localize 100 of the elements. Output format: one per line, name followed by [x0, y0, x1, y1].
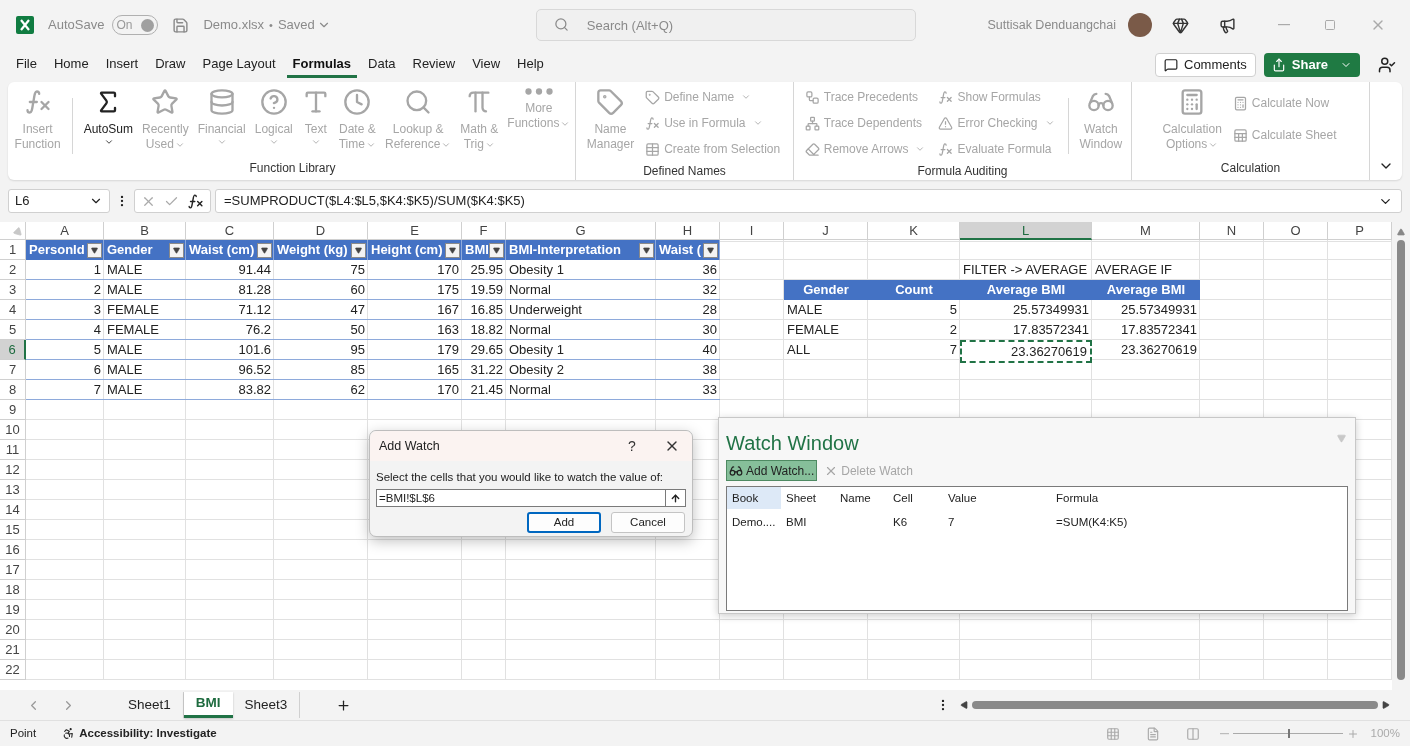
- filter-button[interactable]: [351, 242, 366, 258]
- row-header[interactable]: 19: [0, 600, 26, 620]
- row-header[interactable]: 15: [0, 520, 26, 540]
- cancel-button[interactable]: Cancel: [611, 512, 685, 534]
- row-header[interactable]: 2: [0, 260, 26, 280]
- table-header-cell: Average BMI: [960, 280, 1092, 300]
- search-field[interactable]: Search (Alt+Q): [535, 9, 916, 41]
- row-header[interactable]: 10: [0, 420, 26, 440]
- filter-button[interactable]: [87, 242, 102, 258]
- sheet-tab[interactable]: Sheet3: [232, 692, 301, 718]
- row-header[interactable]: 13: [0, 480, 26, 500]
- table-cell: 95: [274, 340, 368, 360]
- column-header[interactable]: G: [506, 222, 656, 240]
- share-button[interactable]: Share: [1263, 53, 1360, 77]
- row-header[interactable]: 1: [0, 240, 26, 260]
- column-header[interactable]: E: [368, 222, 462, 240]
- help-button[interactable]: ?: [612, 435, 652, 457]
- column-header[interactable]: K: [868, 222, 960, 240]
- column-header[interactable]: L: [960, 222, 1092, 240]
- column-header[interactable]: A: [26, 222, 104, 240]
- share-icon: [1271, 58, 1286, 72]
- ribbon-button[interactable]: AutoSum: [80, 84, 136, 147]
- toolbar-button[interactable]: Add Watch...: [726, 460, 818, 481]
- row-header[interactable]: 3: [0, 280, 26, 300]
- collapse-button[interactable]: [666, 489, 686, 508]
- column-header[interactable]: I: [720, 222, 784, 240]
- filter-button[interactable]: [639, 242, 654, 258]
- row-header[interactable]: 12: [0, 460, 26, 480]
- row-header[interactable]: 21: [0, 640, 26, 660]
- column-header[interactable]: M: [1092, 222, 1200, 240]
- filter-button[interactable]: [703, 242, 718, 258]
- filter-button[interactable]: [445, 242, 460, 258]
- formula-field[interactable]: =SUMPRODUCT($L4:$L5,$K4:$K5)/SUM($K4:$K5): [215, 189, 1402, 213]
- sheet-tab[interactable]: BMI: [183, 692, 233, 718]
- list-column-header[interactable]: Formula: [1051, 487, 1347, 509]
- name-box[interactable]: L6: [8, 189, 110, 213]
- ribbon-tab[interactable]: Formulas: [286, 52, 358, 78]
- row-header[interactable]: 14: [0, 500, 26, 520]
- filter-button[interactable]: [169, 242, 184, 258]
- zoom-slider[interactable]: [1232, 727, 1343, 740]
- save-icon: [172, 16, 190, 34]
- row-header[interactable]: 18: [0, 580, 26, 600]
- ribbon-tab[interactable]: Help: [511, 52, 550, 78]
- comments-button[interactable]: Comments: [1155, 53, 1256, 77]
- column-header[interactable]: N: [1200, 222, 1264, 240]
- sheet-tab[interactable]: Sheet1: [116, 692, 184, 718]
- row-header[interactable]: 8: [0, 380, 26, 400]
- arrow-up-icon: [670, 492, 681, 504]
- column-header[interactable]: O: [1264, 222, 1328, 240]
- row-header[interactable]: 9: [0, 400, 26, 420]
- column-header[interactable]: P: [1328, 222, 1392, 240]
- column-header[interactable]: F: [462, 222, 506, 240]
- list-column-header[interactable]: Name: [835, 487, 888, 509]
- row-header[interactable]: 17: [0, 560, 26, 580]
- ribbon-tab[interactable]: File: [10, 52, 43, 78]
- scroll-left-icon[interactable]: [960, 701, 969, 709]
- table-cell: 5: [26, 340, 104, 360]
- table-cell: 170: [368, 260, 462, 280]
- warning-icon: [938, 115, 954, 131]
- row-header[interactable]: 20: [0, 620, 26, 640]
- ribbon-tab[interactable]: Draw: [149, 52, 192, 78]
- avatar[interactable]: [1128, 13, 1152, 37]
- glasses-icon: [729, 463, 743, 478]
- ribbon-tab[interactable]: Page Layout: [196, 52, 282, 78]
- ribbon-tab[interactable]: Insert: [99, 52, 145, 78]
- ribbon-tab[interactable]: Data: [362, 52, 402, 78]
- list-column-header[interactable]: Value: [943, 487, 1051, 509]
- filter-button[interactable]: [489, 242, 504, 258]
- function-icon: [938, 141, 954, 157]
- horizontal-scrollbar[interactable]: [960, 698, 1391, 712]
- zoom-thumb[interactable]: [1287, 729, 1290, 738]
- list-column-header[interactable]: Sheet: [781, 487, 835, 509]
- add-button[interactable]: Add: [527, 512, 601, 534]
- scroll-up-icon[interactable]: [1397, 228, 1405, 236]
- scroll-right-icon[interactable]: [1382, 701, 1391, 709]
- column-header[interactable]: J: [784, 222, 868, 240]
- list-column-header[interactable]: Book: [727, 487, 781, 509]
- user-name: Suttisak Denduangchai: [987, 16, 1116, 34]
- column-header[interactable]: H: [656, 222, 720, 240]
- row-header[interactable]: 4: [0, 300, 26, 320]
- column-header[interactable]: B: [104, 222, 186, 240]
- function-icon: [23, 88, 52, 116]
- row-header[interactable]: 16: [0, 540, 26, 560]
- accessibility-status[interactable]: Accessibility: Investigate: [79, 724, 217, 743]
- maximize-icon: [1324, 19, 1336, 31]
- reference-field[interactable]: =BMI!$L$6: [376, 489, 666, 508]
- row-header[interactable]: 11: [0, 440, 26, 460]
- row-header[interactable]: 6: [0, 340, 26, 360]
- ribbon-tab[interactable]: Review: [406, 52, 462, 78]
- table-cell: 81.28: [186, 280, 274, 300]
- filter-button[interactable]: [257, 242, 272, 258]
- row-header[interactable]: 5: [0, 320, 26, 340]
- column-header[interactable]: D: [274, 222, 368, 240]
- ribbon-tab[interactable]: View: [466, 52, 507, 78]
- ribbon-tab[interactable]: Home: [47, 52, 95, 78]
- row-header[interactable]: 22: [0, 660, 26, 680]
- list-column-header[interactable]: Cell: [888, 487, 943, 509]
- column-header[interactable]: C: [186, 222, 274, 240]
- row-header[interactable]: 7: [0, 360, 26, 380]
- table-cell: 83.82: [186, 380, 274, 400]
